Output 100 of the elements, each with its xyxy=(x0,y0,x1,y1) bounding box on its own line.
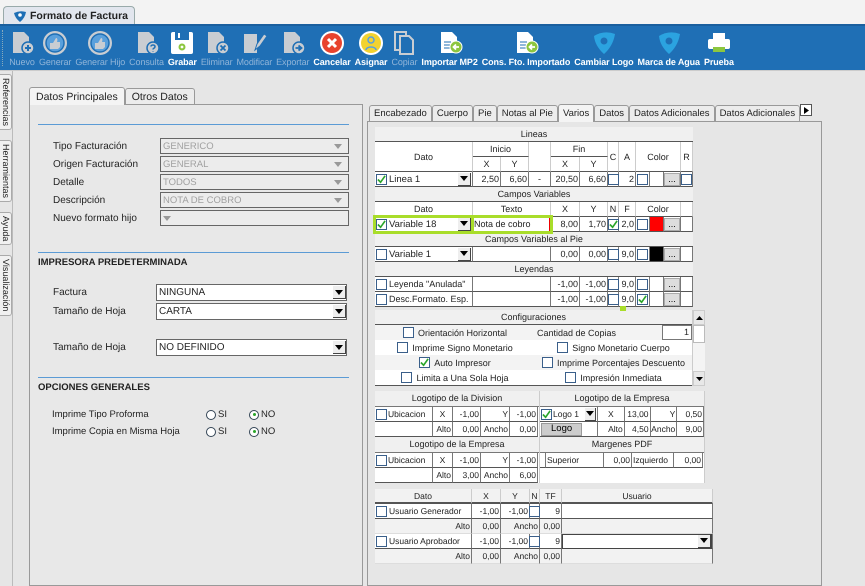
number-field[interactable]: 1 xyxy=(662,325,692,340)
option-label: Orientación Horizontal xyxy=(418,328,508,338)
caret-icon xyxy=(335,308,343,314)
logo-button[interactable]: Logo xyxy=(541,422,582,436)
tab[interactable]: Pie xyxy=(473,105,497,121)
checkbox[interactable] xyxy=(376,294,387,304)
checkbox[interactable] xyxy=(376,174,387,184)
tab[interactable]: Notas al Pie xyxy=(496,105,558,121)
caret-icon xyxy=(334,180,342,184)
toolbar-button[interactable]: Asignar xyxy=(352,30,390,66)
scrollbar[interactable] xyxy=(692,310,705,386)
table-cell: 2 xyxy=(619,172,636,187)
radio-button[interactable] xyxy=(249,410,259,420)
checkbox[interactable] xyxy=(419,357,430,368)
checkbox[interactable] xyxy=(608,248,618,260)
table-cell: 0,00 xyxy=(472,519,501,534)
text-field[interactable] xyxy=(473,277,551,292)
color-picker-button[interactable]: ... xyxy=(664,278,680,290)
table-cell: 0,00 xyxy=(540,519,562,534)
checkbox[interactable] xyxy=(637,218,648,230)
radio-button[interactable] xyxy=(249,426,259,436)
checkbox[interactable] xyxy=(637,174,648,184)
text-field[interactable]: Nota de cobro xyxy=(473,217,551,232)
checkbox[interactable] xyxy=(608,278,618,290)
tab[interactable]: Datos Adicionales xyxy=(714,105,800,121)
checkbox[interactable] xyxy=(529,506,540,516)
table-cell: 0,00 xyxy=(540,549,562,564)
checkbox[interactable] xyxy=(637,248,648,260)
checkbox[interactable] xyxy=(397,342,408,353)
text-field[interactable] xyxy=(473,247,551,262)
checkbox[interactable] xyxy=(608,294,618,304)
checkbox[interactable] xyxy=(376,278,387,290)
checkbox[interactable] xyxy=(637,294,648,304)
dropdown[interactable]: CARTA xyxy=(156,303,347,320)
section-title: Logotipo de la Division xyxy=(375,391,539,407)
radio-button[interactable] xyxy=(206,426,216,436)
dropdown[interactable]: NINGUNA xyxy=(156,284,347,301)
checkbox[interactable] xyxy=(529,536,540,546)
toolbar-button[interactable]: Cambiar Logo xyxy=(572,30,636,66)
checkbox[interactable] xyxy=(376,536,387,546)
checkbox[interactable] xyxy=(608,174,618,184)
text-field[interactable] xyxy=(473,292,551,307)
scroll-thumb[interactable] xyxy=(693,325,705,343)
toolbar-button[interactable]: Prueba xyxy=(702,30,736,66)
toolbar-button[interactable]: Importar MP2 xyxy=(419,30,480,66)
side-tab[interactable]: Referencias xyxy=(0,74,12,130)
dato-select[interactable]: Variable 18 xyxy=(389,218,471,230)
cancel-icon xyxy=(318,30,345,56)
color-picker-button[interactable]: ... xyxy=(664,292,680,306)
checkbox[interactable] xyxy=(376,506,387,516)
dato-select[interactable]: Variable 1 xyxy=(389,248,471,260)
color-picker-button[interactable]: ... xyxy=(664,218,680,230)
table-cell: - xyxy=(529,172,551,187)
checkbox[interactable] xyxy=(541,408,552,420)
color-picker-button[interactable]: ... xyxy=(664,248,680,260)
table-cell: 0,00 xyxy=(604,453,632,468)
toolbar-button[interactable]: Cons. Fto. Importado xyxy=(480,30,572,66)
checkbox[interactable] xyxy=(376,248,387,260)
checkbox[interactable] xyxy=(637,278,648,290)
checkbox[interactable] xyxy=(376,218,387,230)
radio-label: SI xyxy=(218,426,227,437)
side-tab[interactable]: Herramientas xyxy=(0,140,12,202)
table-cell: 9,0 xyxy=(619,247,636,262)
tab[interactable]: Varios xyxy=(558,104,594,122)
column-header: Y xyxy=(580,157,608,172)
checkbox[interactable] xyxy=(565,372,576,383)
toolbar-button[interactable]: Cancelar xyxy=(311,30,353,66)
table-cell: 4,50 xyxy=(624,422,651,437)
checkbox[interactable] xyxy=(376,408,387,420)
column-header: Dato xyxy=(375,142,473,172)
toolbar-button[interactable]: Marca de Agua xyxy=(636,30,702,66)
checkbox[interactable] xyxy=(608,218,618,230)
checkbox[interactable] xyxy=(681,174,692,184)
caret-icon xyxy=(335,344,343,350)
side-tab[interactable]: Ayuda xyxy=(0,212,12,246)
section-title: Logotipo de la Empresa xyxy=(540,391,704,407)
tab[interactable]: Otros Datos xyxy=(124,88,195,104)
side-tab[interactable]: Visualización xyxy=(0,255,12,316)
tab[interactable]: Datos Adicionales xyxy=(629,105,715,121)
checkbox[interactable] xyxy=(557,342,568,353)
radio-button[interactable] xyxy=(206,410,216,420)
checkbox[interactable] xyxy=(542,357,553,368)
tab[interactable]: Datos Principales xyxy=(29,87,125,105)
checkbox[interactable] xyxy=(376,454,387,466)
color-picker-button[interactable]: ... xyxy=(664,172,680,186)
section-title: Configuraciones xyxy=(375,310,692,325)
column-header: X xyxy=(473,157,501,172)
checkbox[interactable] xyxy=(401,372,412,383)
tab[interactable]: Cuerpo xyxy=(432,105,473,121)
user-select[interactable] xyxy=(562,534,712,548)
row-label: Usuario Aprobador xyxy=(389,536,460,546)
tab[interactable]: Encabezado xyxy=(369,105,432,121)
checkbox[interactable] xyxy=(402,327,414,338)
tab[interactable]: Datos xyxy=(594,105,630,121)
dropdown[interactable]: NO DEFINIDO xyxy=(156,339,347,356)
scroll-right-button[interactable] xyxy=(800,104,812,116)
toolbar-button[interactable]: Grabar xyxy=(166,30,199,66)
document-tab[interactable]: Formato de Factura xyxy=(3,6,136,24)
table-cell: 20,50 xyxy=(551,172,580,187)
line-select[interactable]: Linea 1 xyxy=(389,172,471,186)
